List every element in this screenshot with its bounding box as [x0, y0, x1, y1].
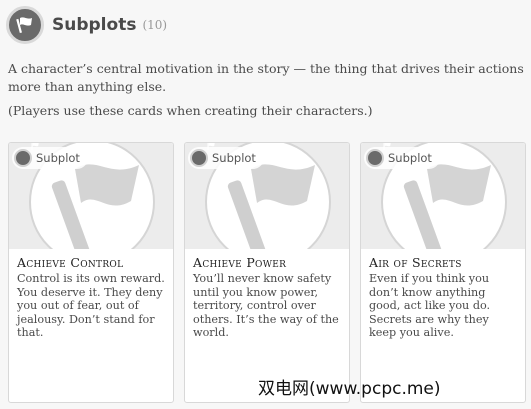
- card-title: Achieve Power: [193, 255, 287, 270]
- flag-icon: [190, 143, 215, 167]
- card-list: Subplot Achieve Control Control is its o…: [8, 142, 526, 403]
- item-count: (10): [142, 18, 168, 32]
- card-art: Subplot: [185, 143, 349, 249]
- card-title: Achieve Control: [17, 255, 124, 270]
- page-description: A character’s central motivation in the …: [8, 61, 524, 94]
- card-achieve-control[interactable]: Subplot Achieve Control Control is its o…: [8, 142, 174, 403]
- flag-icon: [366, 143, 391, 167]
- card-tag: Subplot: [188, 143, 264, 169]
- card-tag: Subplot: [364, 143, 440, 169]
- page-note: (Players use these cards when creating t…: [8, 103, 373, 118]
- card-tag: Subplot: [12, 143, 88, 169]
- page-header: Subplots (10): [6, 6, 167, 44]
- card-text: Even if you think you don’t know anythin…: [369, 272, 491, 339]
- flag-icon: [6, 6, 44, 44]
- card-tag-label: Subplot: [212, 151, 256, 165]
- card-text: Control is its own reward. You deserve i…: [17, 272, 165, 339]
- card-tag-label: Subplot: [388, 151, 432, 165]
- card-air-of-secrets[interactable]: Subplot Air of Secrets Even if you think…: [360, 142, 526, 403]
- flag-icon: [14, 143, 39, 167]
- card-tag-label: Subplot: [36, 151, 80, 165]
- page-title: Subplots: [52, 15, 137, 35]
- card-art: Subplot: [361, 143, 525, 249]
- card-art: Subplot: [9, 143, 173, 249]
- card-title: Air of Secrets: [369, 255, 462, 270]
- watermark: 双电网(www.pcpc.me): [258, 379, 441, 399]
- card-text: You’ll never know safety until you know …: [193, 272, 339, 339]
- card-achieve-power[interactable]: Subplot Achieve Power You’ll never know …: [184, 142, 350, 403]
